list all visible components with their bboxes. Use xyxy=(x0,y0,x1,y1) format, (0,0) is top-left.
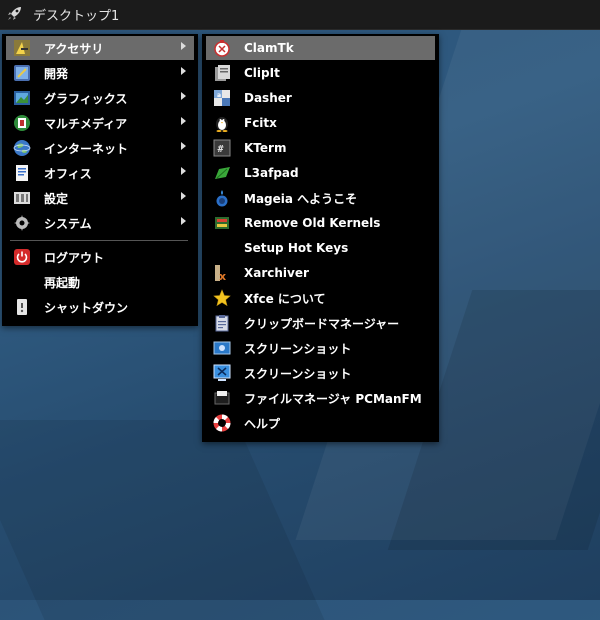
rocket-icon xyxy=(6,4,24,26)
submenu-item-label: ClamTk xyxy=(244,41,294,55)
top-panel: デスクトップ1 xyxy=(0,0,600,30)
svg-text:a: a xyxy=(217,92,221,99)
submenu-item-label: Remove Old Kernels xyxy=(244,216,381,230)
menu-item-label: マルチメディア xyxy=(44,116,128,131)
submenu-arrow-icon xyxy=(181,142,186,150)
accessories-submenu: ClamTk ClipIt a Dasher Fcitx # KTerm L3a… xyxy=(202,34,439,442)
submenu-item-about-xfce[interactable]: Xfce について xyxy=(206,286,435,310)
menu-item-graphics[interactable]: グラフィックス xyxy=(6,86,194,110)
accessories-icon xyxy=(12,38,32,58)
menu-item-label: ログアウト xyxy=(44,250,105,265)
submenu-arrow-icon xyxy=(181,167,186,175)
menu-item-label: オフィス xyxy=(44,166,92,181)
system-icon xyxy=(12,213,32,233)
submenu-item-label: Xarchiver xyxy=(244,266,309,280)
file-manager-icon xyxy=(212,388,232,408)
clipboard-icon xyxy=(212,313,232,333)
submenu-item-clipit[interactable]: ClipIt xyxy=(206,61,435,85)
menu-item-logout[interactable]: ログアウト xyxy=(6,245,194,269)
menu-item-label: インターネット xyxy=(44,141,129,156)
dasher-icon: a xyxy=(212,88,232,108)
screenshot-icon xyxy=(212,338,232,358)
star-icon xyxy=(212,288,232,308)
submenu-item-label: スクリーンショット xyxy=(244,366,352,381)
kernel-icon xyxy=(212,213,232,233)
submenu-item-file-manager-pcmanfm[interactable]: ファイルマネージャ PCManFM xyxy=(206,386,435,410)
submenu-item-label: ファイルマネージャ PCManFM xyxy=(244,391,422,406)
penguin-icon xyxy=(212,113,232,133)
internet-icon xyxy=(12,138,32,158)
submenu-item-label: Setup Hot Keys xyxy=(244,241,349,255)
clipit-icon xyxy=(212,63,232,83)
menu-item-settings[interactable]: 設定 xyxy=(6,186,194,210)
menu-item-label: シャットダウン xyxy=(44,300,129,315)
menu-item-multimedia[interactable]: マルチメディア xyxy=(6,111,194,135)
submenu-item-clamtk[interactable]: ClamTk xyxy=(206,36,435,60)
menu-item-development[interactable]: 開発 xyxy=(6,61,194,85)
menu-item-office[interactable]: オフィス xyxy=(6,161,194,185)
workspace-name: デスクトップ1 xyxy=(33,9,120,24)
clamtk-icon xyxy=(212,38,232,58)
submenu-arrow-icon xyxy=(181,42,186,50)
submenu-item-screenshot[interactable]: スクリーンショット xyxy=(206,361,435,385)
menu-separator xyxy=(10,240,188,241)
submenu-item-label: スクリーンショット xyxy=(244,341,352,356)
submenu-arrow-icon xyxy=(181,117,186,125)
svg-text:#: # xyxy=(218,144,224,155)
settings-icon xyxy=(12,188,32,208)
screenshot-icon xyxy=(212,363,232,383)
submenu-item-clipboard-manager[interactable]: クリップボードマネージャー xyxy=(206,311,435,335)
submenu-item-label: L3afpad xyxy=(244,166,299,180)
submenu-arrow-icon xyxy=(181,217,186,225)
menu-item-shutdown[interactable]: シャットダウン xyxy=(6,295,194,319)
menu-item-reboot[interactable]: 再起動 xyxy=(6,270,194,294)
graphics-icon xyxy=(12,88,32,108)
submenu-item-help[interactable]: ヘルプ xyxy=(206,411,435,435)
submenu-item-dasher[interactable]: a Dasher xyxy=(206,86,435,110)
submenu-arrow-icon xyxy=(181,192,186,200)
submenu-item-fcitx[interactable]: Fcitx xyxy=(206,111,435,135)
application-menu: アクセサリ 開発 グラフィックス マルチメディア インターネット オフィス 設定… xyxy=(2,34,198,326)
submenu-item-label: KTerm xyxy=(244,141,287,155)
menu-item-accessories[interactable]: アクセサリ xyxy=(6,36,194,60)
menu-item-label: システム xyxy=(44,216,92,231)
svg-text:x: x xyxy=(219,270,226,282)
submenu-item-setup-hot-keys[interactable]: Setup Hot Keys xyxy=(206,236,435,260)
terminal-icon: # xyxy=(212,138,232,158)
menu-item-label: グラフィックス xyxy=(44,91,128,106)
submenu-item-label: Fcitx xyxy=(244,116,277,130)
submenu-item-label: ClipIt xyxy=(244,66,280,80)
menu-item-label: 設定 xyxy=(44,191,69,206)
menu-item-internet[interactable]: インターネット xyxy=(6,136,194,160)
multimedia-icon xyxy=(12,113,32,133)
submenu-item-label: ヘルプ xyxy=(244,416,281,431)
submenu-arrow-icon xyxy=(181,92,186,100)
submenu-item-screenshot[interactable]: スクリーンショット xyxy=(206,336,435,360)
menu-item-label: アクセサリ xyxy=(44,41,104,56)
logout-icon xyxy=(12,247,32,267)
development-icon xyxy=(12,63,32,83)
archive-icon: x xyxy=(212,263,232,283)
submenu-item-label: Mageia へようこそ xyxy=(244,191,358,206)
submenu-item-label: Xfce について xyxy=(244,291,326,306)
desktop-wallpaper-shape xyxy=(0,420,325,620)
submenu-item-remove-old-kernels[interactable]: Remove Old Kernels xyxy=(206,211,435,235)
shutdown-icon xyxy=(12,297,32,317)
submenu-item-mageia-welcome[interactable]: Mageia へようこそ xyxy=(206,186,435,210)
leaf-icon xyxy=(212,163,232,183)
mageia-icon xyxy=(212,188,232,208)
submenu-item-kterm[interactable]: # KTerm xyxy=(206,136,435,160)
app-menu-launcher[interactable]: デスクトップ1 xyxy=(0,0,119,30)
menu-item-label: 開発 xyxy=(44,66,69,81)
office-icon xyxy=(12,163,32,183)
submenu-item-label: Dasher xyxy=(244,91,292,105)
submenu-item-xarchiver[interactable]: x Xarchiver xyxy=(206,261,435,285)
submenu-item-l3afpad[interactable]: L3afpad xyxy=(206,161,435,185)
submenu-arrow-icon xyxy=(181,67,186,75)
menu-item-system[interactable]: システム xyxy=(6,211,194,235)
menu-item-label: 再起動 xyxy=(44,275,81,290)
submenu-item-label: クリップボードマネージャー xyxy=(244,316,400,331)
help-lifebuoy-icon xyxy=(212,413,232,433)
